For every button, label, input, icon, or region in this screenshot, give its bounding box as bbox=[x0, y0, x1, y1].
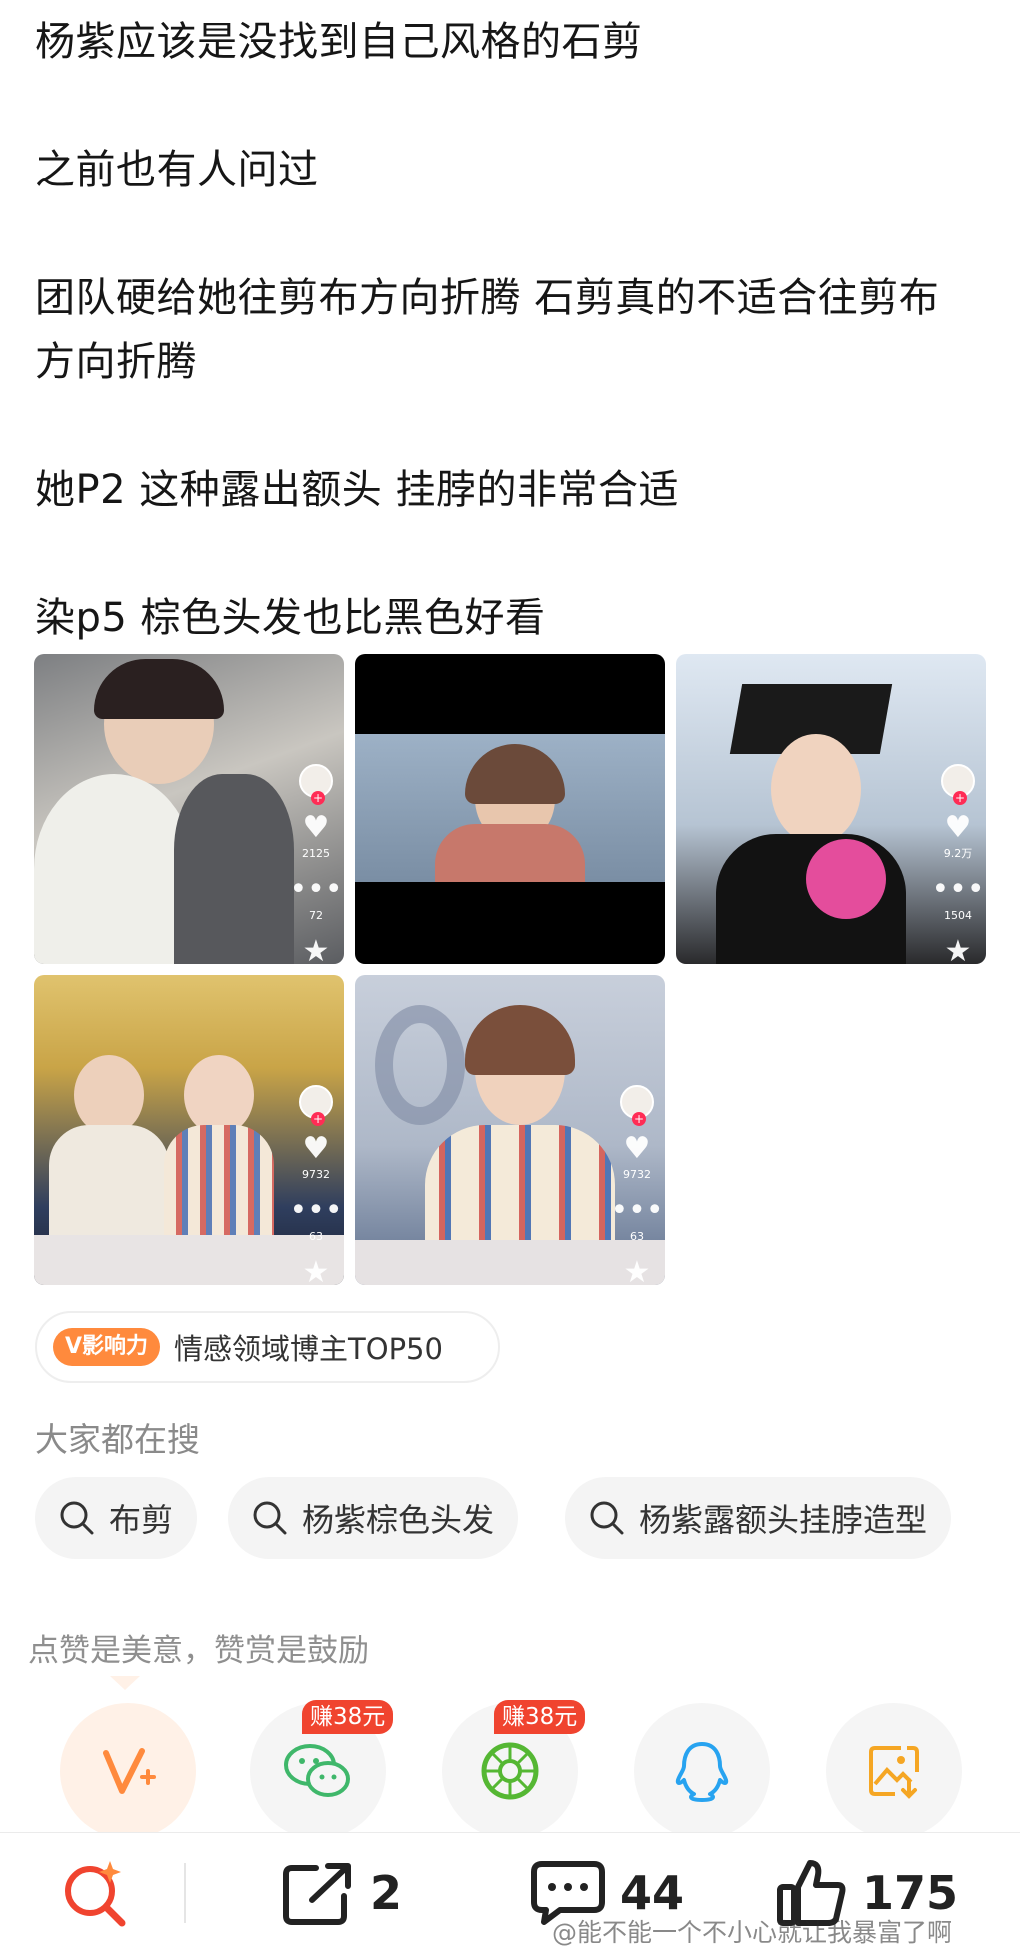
video-sidebar: ♥ 2125 ••• 72 ★ bbox=[289, 764, 343, 965]
video-sidebar: ♥ 9732 ••• 63 ★ bbox=[289, 1085, 343, 1286]
image-figure bbox=[94, 659, 224, 719]
avatar bbox=[941, 764, 975, 805]
image-figure bbox=[806, 839, 886, 919]
earn-badge: 赚38元 bbox=[302, 1700, 394, 1734]
image-figure bbox=[49, 1125, 169, 1245]
save-image-button[interactable] bbox=[826, 1703, 962, 1839]
reward-button[interactable] bbox=[60, 1703, 196, 1839]
star-icon: ★ bbox=[944, 934, 972, 965]
comment-count: 1504 bbox=[944, 909, 972, 922]
search-chip[interactable]: 杨紫棕色头发 bbox=[228, 1477, 519, 1559]
heart-icon: ♥ bbox=[944, 810, 972, 845]
post-image-5[interactable]: ♥ 9732 ••• 63 ★ bbox=[355, 975, 665, 1285]
share-icon bbox=[283, 1863, 351, 1925]
post-image-2[interactable] bbox=[355, 654, 665, 964]
image-figure bbox=[74, 1055, 144, 1135]
wechat-icon bbox=[284, 1744, 350, 1797]
star-icon: ★ bbox=[623, 1255, 651, 1286]
bottom-action-bar: 2 44 175 @能不能一个不小心就让我暴富了啊 bbox=[0, 1832, 1020, 1947]
like-count: 175 bbox=[862, 1866, 959, 1920]
comment-icon: ••• bbox=[610, 1193, 664, 1228]
image-figure bbox=[771, 734, 861, 844]
video-sidebar: ♥ 9.2万 ••• 1504 ★ bbox=[931, 764, 985, 965]
post-paragraph: 染p5 棕色头发也比黑色好看 bbox=[35, 595, 546, 641]
image-figure bbox=[174, 774, 294, 964]
post-paragraph: 之前也有人问过 bbox=[35, 147, 319, 193]
divider bbox=[184, 1863, 186, 1923]
comment-count: 63 bbox=[309, 1230, 323, 1243]
avatar bbox=[620, 1085, 654, 1126]
heart-icon: ♥ bbox=[302, 810, 330, 845]
vip-icon: V影响力 bbox=[53, 1328, 161, 1366]
search-chip[interactable]: 杨紫露额头挂脖造型 bbox=[565, 1477, 952, 1559]
share-qq-button[interactable] bbox=[634, 1703, 770, 1839]
share-count: 2 bbox=[370, 1866, 403, 1920]
like-count: 9.2万 bbox=[943, 847, 973, 860]
influence-text: 情感领域博主TOP50 bbox=[174, 1332, 443, 1366]
comment-icon: ••• bbox=[289, 1193, 343, 1228]
trending-search-title: 大家都在搜 bbox=[35, 1420, 200, 1459]
heart-icon: ♥ bbox=[302, 1131, 330, 1166]
comment-icon: ••• bbox=[931, 872, 985, 907]
qq-icon bbox=[675, 1742, 729, 1802]
comment-count: 44 bbox=[620, 1866, 685, 1920]
earn-badge: 赚38元 bbox=[494, 1700, 586, 1734]
moments-icon bbox=[481, 1742, 539, 1800]
reward-hint: 点赞是美意，赞赏是鼓励 bbox=[28, 1633, 369, 1669]
search-chip-label: 杨紫露额头挂脖造型 bbox=[639, 1501, 928, 1539]
avatar bbox=[299, 764, 333, 805]
comment-count: 72 bbox=[309, 909, 323, 922]
avatar bbox=[299, 1085, 333, 1126]
post-image-4[interactable]: ♥ 9732 ••• 63 ★ bbox=[34, 975, 344, 1285]
star-icon: ★ bbox=[302, 934, 330, 965]
like-count: 9732 bbox=[302, 1168, 330, 1181]
image-figure bbox=[164, 1125, 274, 1245]
search-icon bbox=[590, 1501, 624, 1535]
search-chip-label: 布剪 bbox=[109, 1501, 174, 1539]
search-chip[interactable]: 布剪 bbox=[35, 1477, 198, 1559]
comment-icon: ••• bbox=[289, 872, 343, 907]
post-image-3[interactable]: ♥ 9.2万 ••• 1504 ★ bbox=[676, 654, 986, 964]
star-icon: ★ bbox=[302, 1255, 330, 1286]
post-image-1[interactable]: ♥ 2125 ••• 72 ★ bbox=[34, 654, 344, 964]
like-count: 2125 bbox=[302, 847, 330, 860]
video-sidebar: ♥ 9732 ••• 63 ★ bbox=[610, 1085, 664, 1286]
image-figure bbox=[375, 1005, 465, 1125]
share-button[interactable]: 2 bbox=[282, 1855, 402, 1931]
watermark: @能不能一个不小心就让我暴富了啊 bbox=[552, 1918, 953, 1947]
comment-count: 63 bbox=[630, 1230, 644, 1243]
heart-icon: ♥ bbox=[623, 1131, 651, 1166]
save-image-icon bbox=[869, 1746, 919, 1799]
influence-badge[interactable]: V影响力 情感领域博主TOP50 bbox=[35, 1311, 500, 1383]
vip-reward-icon bbox=[103, 1748, 156, 1794]
like-count: 9732 bbox=[623, 1168, 651, 1181]
pointer-arrow-icon bbox=[110, 1676, 140, 1690]
search-icon bbox=[253, 1501, 287, 1535]
search-icon bbox=[65, 1861, 126, 1927]
search-icon bbox=[60, 1501, 94, 1535]
post-paragraph: 团队硬给她往剪布方向折腾 石剪真的不适合往剪布方向折腾 bbox=[35, 275, 940, 385]
image-figure bbox=[435, 824, 585, 882]
image-figure bbox=[184, 1055, 254, 1135]
post-body: 杨紫应该是没找到自己风格的石剪 之前也有人问过 团队硬给她往剪布方向折腾 石剪真… bbox=[35, 10, 995, 650]
image-figure bbox=[34, 774, 194, 964]
image-figure bbox=[465, 1005, 575, 1075]
post-paragraph: 杨紫应该是没找到自己风格的石剪 bbox=[35, 19, 643, 65]
search-button[interactable] bbox=[58, 1855, 130, 1931]
search-chip-label: 杨紫棕色头发 bbox=[302, 1501, 495, 1539]
post-paragraph: 她P2 这种露出额头 挂脖的非常合适 bbox=[35, 467, 679, 513]
